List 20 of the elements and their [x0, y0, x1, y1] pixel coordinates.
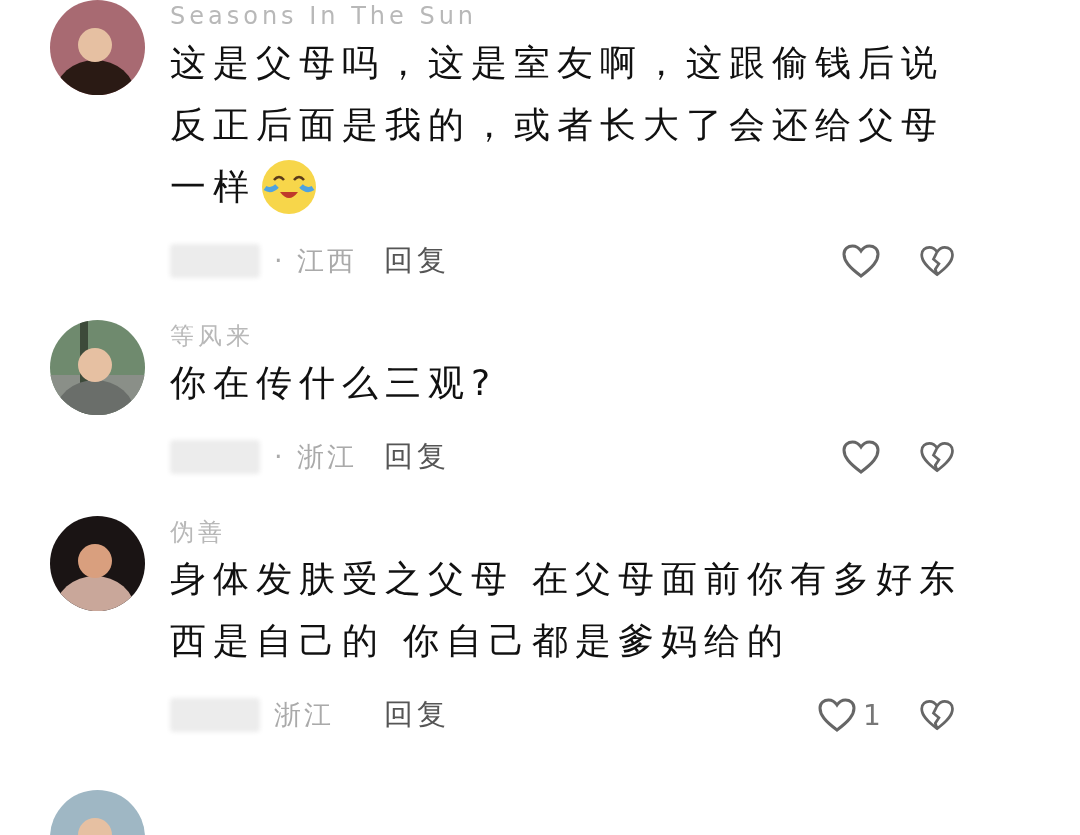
reply-link[interactable]: 回复	[384, 695, 450, 735]
heart-icon[interactable]	[840, 439, 881, 475]
location: · 江西	[274, 244, 359, 278]
laughing-crying-emoji-icon	[260, 158, 318, 216]
heart-icon[interactable]	[816, 697, 857, 733]
comment-text: 一样	[170, 165, 256, 209]
comment-text: 你在传什么三观?	[170, 361, 498, 405]
location: 浙江	[274, 698, 335, 732]
heart-icon[interactable]	[840, 243, 881, 279]
reply-link[interactable]: 回复	[384, 241, 450, 281]
comment-text: 西是自己的 你自己都是爹妈给的	[170, 619, 791, 663]
broken-heart-icon[interactable]	[918, 439, 955, 475]
like-count: 1	[862, 698, 881, 732]
location: · 浙江	[274, 440, 359, 474]
broken-heart-icon[interactable]	[918, 697, 955, 733]
comment-text: 反正后面是我的，或者长大了会还给父母	[170, 103, 944, 147]
comment-text: 身体发肤受之父母 在父母面前你有多好东	[170, 557, 963, 601]
reply-link[interactable]: 回复	[384, 437, 450, 477]
comment-text: 这是父母吗，这是室友啊，这跟偷钱后说	[170, 41, 944, 85]
broken-heart-icon[interactable]	[918, 243, 955, 279]
